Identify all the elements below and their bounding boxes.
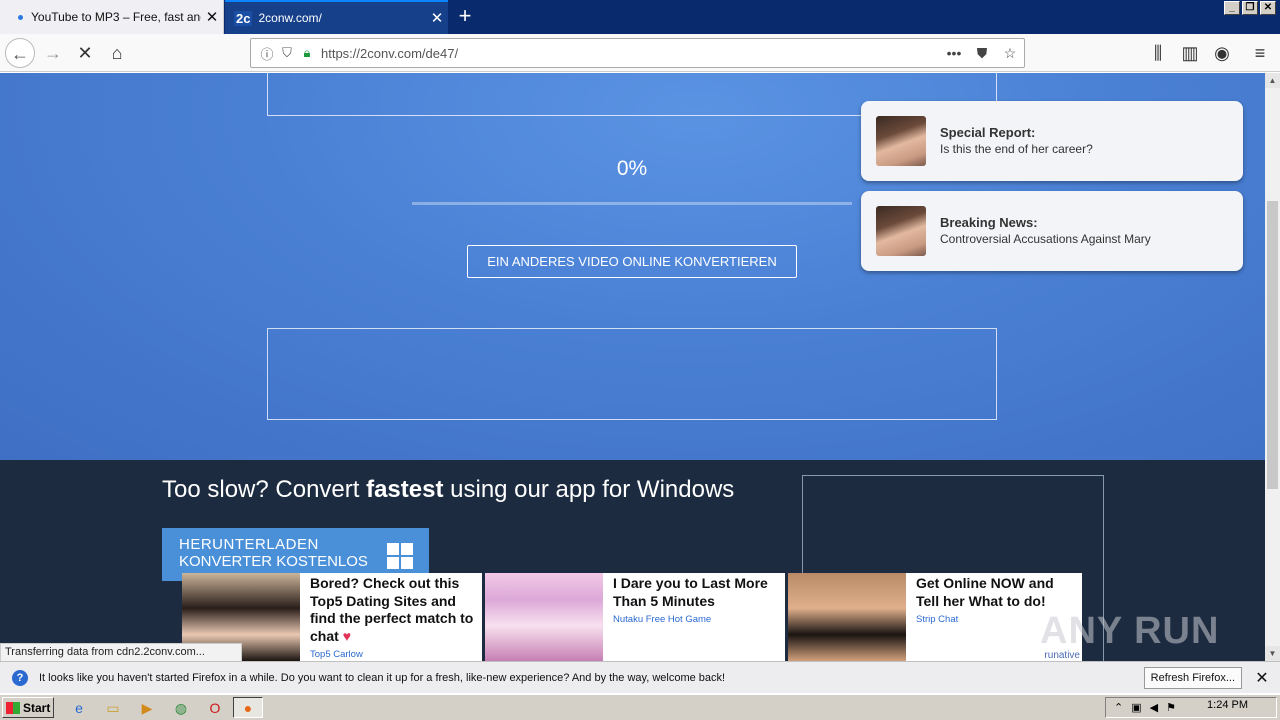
firefox-icon: ● [243, 700, 253, 716]
refresh-firefox-notification: ? It looks like you haven't started Fire… [0, 661, 1280, 693]
info-icon[interactable]: ⓘ [257, 44, 277, 63]
close-tab-icon[interactable]: ✕ [201, 8, 223, 26]
notification-text: Controversial Accusations Against Mary [940, 232, 1151, 246]
start-label: Start [23, 700, 51, 715]
ad-headline[interactable]: I Dare you to Last More Than 5 Minutes [613, 575, 779, 610]
windows-logo-icon [387, 543, 413, 569]
bookmark-star-icon[interactable]: ☆ [996, 45, 1024, 62]
tab-2conw[interactable]: 2c 2conw.com/ ✕ [225, 0, 448, 34]
opera-icon[interactable]: O [206, 699, 224, 717]
taskbar-firefox-button[interactable]: ● [233, 697, 263, 718]
shield-icon[interactable]: ⛉ [277, 45, 297, 61]
system-tray: ⌃ ▣ ◀ ⚑ [1105, 697, 1277, 718]
refresh-firefox-button[interactable]: Refresh Firefox... [1143, 666, 1242, 689]
notification-message: It looks like you haven't started Firefo… [39, 671, 726, 684]
close-tab-icon[interactable]: ✕ [426, 9, 448, 27]
question-icon: ? [12, 669, 28, 686]
vertical-scrollbar[interactable]: ▲ ▼ [1265, 73, 1280, 661]
back-button[interactable]: ← [5, 38, 35, 68]
heart-icon: ♥ [342, 627, 351, 644]
tab-strip: YouTube to MP3 – Free, fast and o ✕ 2c 2… [0, 0, 1280, 34]
ad-headline[interactable]: Get Online NOW and Tell her What to do! [916, 575, 1076, 610]
pocket-icon[interactable]: ⛊ [968, 45, 996, 62]
account-icon[interactable]: ◉ [1207, 38, 1237, 68]
ad-headline[interactable]: Bored? Check out this Top5 Dating Sites … [310, 575, 476, 645]
url-text[interactable]: https://2conv.com/de47/ [321, 46, 940, 61]
volume-icon[interactable]: ◀ [1150, 701, 1158, 714]
navigation-bar: ← → ✕ ⌂ ⓘ ⛉ 🔒︎ https://2conv.com/de47/ •… [0, 34, 1280, 72]
media-player-icon[interactable]: ▶ [138, 699, 156, 717]
lock-icon[interactable]: 🔒︎ [297, 45, 317, 61]
page-content: 0% EIN ANDERES VIDEO ONLINE KONVERTIEREN… [0, 73, 1265, 661]
address-bar[interactable]: ⓘ ⛉ 🔒︎ https://2conv.com/de47/ ••• ⛊ ☆ [250, 38, 1025, 68]
push-notification-breaking-news[interactable]: Breaking News: Controversial Accusations… [861, 191, 1243, 271]
push-notification-special-report[interactable]: Special Report: Is this the end of her c… [861, 101, 1243, 181]
page-actions-icon[interactable]: ••• [940, 45, 968, 61]
progress-percent: 0% [616, 157, 648, 180]
windows-flag-icon [6, 701, 20, 714]
ad-card[interactable]: Get Online NOW and Tell her What to do! … [788, 573, 1082, 661]
chrome-icon[interactable]: ◍ [172, 699, 190, 717]
notification-heading: Special Report: [940, 125, 1036, 140]
home-button[interactable]: ⌂ [102, 38, 132, 68]
notification-text: Is this the end of her career? [940, 142, 1093, 156]
library-icon[interactable]: ⫼ [1143, 38, 1173, 68]
ad-image[interactable] [788, 573, 906, 661]
notification-heading: Breaking News: [940, 215, 1038, 230]
windows-taskbar: Start e ▭ ▶ ◍ O ● ⌃ ▣ ◀ ⚑ 1:24 PM [0, 694, 1280, 720]
favicon-2c-icon: 2c [234, 10, 253, 26]
network-icon[interactable]: ▣ [1131, 701, 1141, 714]
tab-youtube-to-mp3[interactable]: YouTube to MP3 – Free, fast and o ✕ [0, 0, 224, 34]
status-tooltip: Transferring data from cdn2.2conv.com... [0, 643, 242, 662]
convert-another-video-button[interactable]: EIN ANDERES VIDEO ONLINE KONVERTIEREN [467, 245, 797, 278]
notification-thumbnail [876, 116, 926, 166]
new-tab-button[interactable]: + [452, 4, 478, 30]
restore-button[interactable]: ❐ [1242, 1, 1258, 15]
action-center-flag-icon[interactable]: ⚑ [1166, 701, 1176, 714]
menu-icon[interactable]: ≡ [1245, 38, 1275, 68]
tab-title: YouTube to MP3 – Free, fast and o [31, 10, 201, 24]
native-ads-strip: Bored? Check out this Top5 Dating Sites … [182, 573, 1082, 661]
ad-image[interactable] [485, 573, 603, 661]
loading-dot-icon [18, 14, 23, 20]
minimize-button[interactable]: _ [1224, 1, 1240, 15]
scroll-down-arrow-icon[interactable]: ▼ [1265, 646, 1280, 661]
internet-explorer-icon[interactable]: e [70, 699, 88, 717]
forward-button[interactable]: → [38, 38, 68, 68]
file-explorer-icon[interactable]: ▭ [104, 699, 122, 717]
scrollbar-thumb[interactable] [1267, 201, 1278, 489]
ad-placeholder-bottom [267, 328, 997, 420]
ad-source[interactable]: Nutaku Free Hot Game [613, 614, 779, 625]
close-notification-icon[interactable]: ✕ [1252, 668, 1272, 688]
ad-card[interactable]: I Dare you to Last More Than 5 Minutes N… [485, 573, 785, 661]
tab-title: 2conw.com/ [258, 11, 322, 25]
ad-source[interactable]: Top5 Carlow [310, 649, 476, 660]
tray-expand-icon[interactable]: ⌃ [1114, 701, 1123, 714]
watermark-logo: ANY RUN [1040, 610, 1220, 652]
clock[interactable]: 1:24 PM [1207, 699, 1248, 711]
sidebar-icon[interactable]: ▥ [1175, 38, 1205, 68]
close-window-button[interactable]: ✕ [1260, 1, 1276, 15]
scroll-up-arrow-icon[interactable]: ▲ [1265, 73, 1280, 88]
window-controls: _ ❐ ✕ [1224, 1, 1276, 15]
promo-heading: Too slow? Convert fastest using our app … [162, 476, 735, 503]
conversion-section: 0% EIN ANDERES VIDEO ONLINE KONVERTIEREN… [0, 73, 1265, 460]
stop-loading-button[interactable]: ✕ [70, 38, 100, 68]
progress-bar [412, 202, 852, 205]
start-button[interactable]: Start [2, 697, 54, 718]
notification-thumbnail [876, 206, 926, 256]
